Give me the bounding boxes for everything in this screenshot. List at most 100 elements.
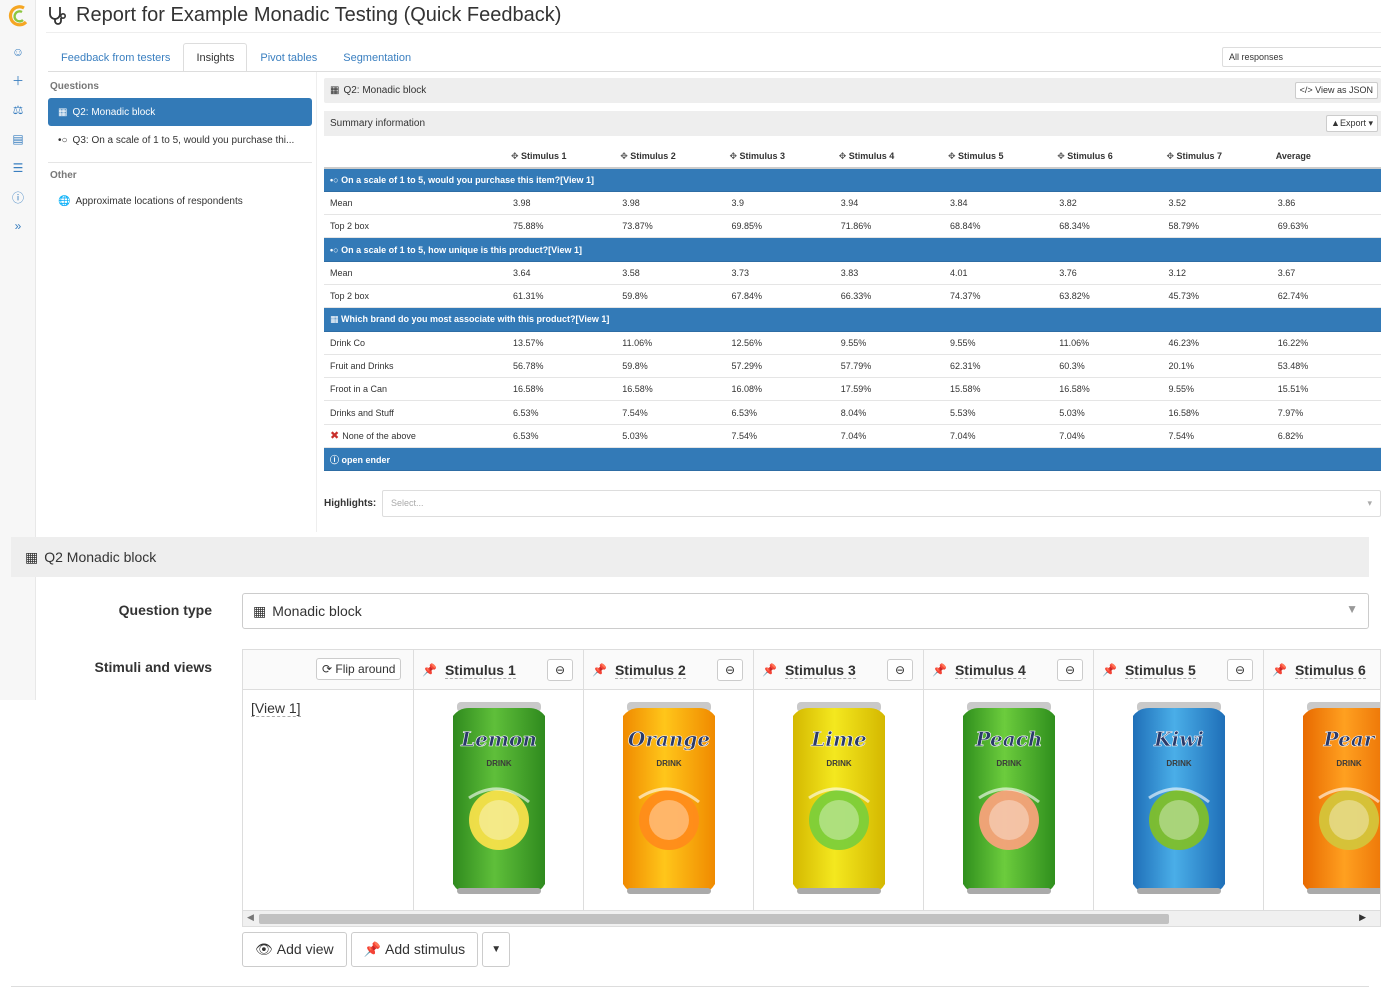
minus-circle-icon: ⊖ [554, 663, 566, 677]
view-as-json-button[interactable]: </> View as JSON [1294, 82, 1378, 99]
drink-can-image: Lime DRINK [792, 702, 885, 894]
grid-icon: ▦ [253, 602, 267, 619]
add-stimulus-button[interactable]: 📌 Add stimulus [350, 932, 479, 967]
drink-can-image: Pear DRINK [1302, 702, 1380, 894]
table-cell: 11.06% [616, 331, 726, 355]
table-cell: 7.54% [725, 424, 835, 449]
table-cell: 73.87% [616, 214, 726, 239]
stimulus-header[interactable]: 📌 Stimulus 2 ⊖ [583, 650, 753, 690]
add-stimulus-dropdown[interactable]: ▼ [482, 932, 511, 967]
question-item[interactable]: •○ Q3: On a scale of 1 to 5, would you pu… [48, 126, 312, 154]
group-title: On a scale of 1 to 5, how unique is this… [341, 244, 582, 255]
highlights-select[interactable]: Select... ▾ [382, 490, 1381, 517]
stimulus-name: Stimulus 4 [954, 661, 1026, 679]
row-header-cell [324, 145, 507, 169]
table-cell: 3.67 [1271, 261, 1381, 285]
remove-stimulus-button[interactable]: ⊖ [717, 659, 743, 681]
minus-circle-icon: ⊖ [724, 663, 736, 677]
move-icon: ✥ [948, 150, 959, 161]
pushpin-icon: 📌 [592, 663, 607, 677]
group-title: Which brand do you most associate with t… [341, 313, 610, 324]
table-cell: 3.82 [1053, 191, 1163, 216]
expand-icon[interactable]: » [0, 212, 36, 240]
summary-label: Summary information [330, 118, 426, 129]
stimulus-header[interactable]: 📌 Stimulus 4 ⊖ [923, 650, 1093, 690]
question-item-locations[interactable]: 🌐 Approximate locations of respondents [48, 187, 312, 215]
panel-title: Q2: Monadic block [343, 85, 427, 96]
document-icon[interactable]: ▤ [0, 125, 36, 153]
column-header: ✥ Stimulus 3 [725, 145, 835, 169]
stimulus-image-cell[interactable]: Pear DRINK [1263, 690, 1380, 910]
tab-pivot-tables[interactable]: Pivot tables [247, 43, 330, 72]
tab-segmentation[interactable]: Segmentation [330, 43, 424, 72]
user-icon[interactable]: ☺ [0, 38, 36, 66]
drink-can-image: Orange DRINK [622, 702, 715, 894]
table-cell: 46.23% [1162, 331, 1272, 355]
summary-table: ✥ Stimulus 1 ✥ Stimulus 2 ✥ Stimulus 3 ✥ St… [324, 145, 1381, 472]
scale-icon: •○ [58, 134, 68, 146]
table-cell: 3.83 [834, 261, 944, 285]
list-icon[interactable]: ☰ [0, 154, 36, 182]
scroll-right-icon[interactable]: ▶ [1359, 912, 1366, 923]
table-cell: 7.54% [1162, 424, 1272, 449]
plus-icon[interactable]: ＋ [0, 66, 36, 94]
group-title: open ender [341, 454, 391, 465]
move-icon: ✥ [838, 150, 849, 161]
table-row: Top 2 box 75.88% 73.87% 69.85% 71.86% 68.84% 6… [324, 214, 1381, 239]
scroll-thumb[interactable] [259, 914, 1169, 924]
remove-stimulus-button[interactable]: ⊖ [1057, 659, 1083, 681]
add-view-button[interactable]: 👁 Add view [242, 932, 347, 967]
view-cell[interactable]: [View 1] [243, 690, 413, 910]
can-sub-label: DRINK [996, 759, 1022, 768]
flip-around-button[interactable]: ⟳ Flip around [316, 658, 402, 680]
app-logo[interactable] [6, 4, 30, 28]
flask-icon[interactable]: ⚖ [0, 96, 36, 124]
question-item[interactable]: ▦ Q2: Monadic block [48, 98, 312, 126]
table-cell: 6.53% [507, 400, 617, 425]
export-button[interactable]: ▲Export ▾ [1326, 115, 1378, 132]
can-flavor-label: Orange [627, 727, 709, 751]
table-cell: 16.58% [616, 377, 726, 402]
table-row: Top 2 box 61.31% 59.8% 67.84% 66.33% 74.37% 63… [324, 284, 1381, 309]
table-cell: 57.29% [725, 354, 835, 379]
stimulus-header[interactable]: 📌 Stimulus 6 [1263, 650, 1380, 690]
table-row: Drink Co 13.57% 11.06% 12.56% 9.55% 9.55% 11.0… [324, 331, 1381, 355]
horizontal-scrollbar[interactable]: ◀ ▶ [243, 910, 1380, 926]
stimulus-image-cell[interactable]: Kiwi DRINK [1093, 690, 1263, 910]
table-cell: 7.04% [834, 424, 944, 449]
table-cell: 3.84 [944, 191, 1054, 216]
responses-filter[interactable]: All responses [1222, 47, 1381, 67]
table-cell: 3.86 [1271, 191, 1381, 216]
table-cell: 53.48% [1271, 354, 1381, 379]
stimulus-image-cell[interactable]: Lime DRINK [753, 690, 923, 910]
help-icon[interactable]: ⓘ [0, 183, 36, 211]
can-flavor-label: Lime [810, 727, 867, 751]
scroll-left-icon[interactable]: ◀ [247, 912, 254, 923]
table-cell: 71.86% [834, 214, 944, 239]
stimuli-header-row: ⟳ Flip around 📌 Stimulus 1 ⊖ 📌 Stimulus 2 ⊖ 📌 S… [243, 650, 1380, 690]
table-cell: 5.03% [616, 424, 726, 449]
stimulus-name: Stimulus 5 [1124, 661, 1196, 679]
tab-insights[interactable]: Insights [183, 43, 248, 72]
stimulus-header[interactable]: 📌 Stimulus 1 ⊖ [413, 650, 583, 690]
remove-stimulus-button[interactable]: ⊖ [1227, 659, 1253, 681]
remove-stimulus-button[interactable]: ⊖ [547, 659, 573, 681]
pushpin-icon: 📌 [363, 941, 382, 957]
stimulus-header[interactable]: 📌 Stimulus 3 ⊖ [753, 650, 923, 690]
stimulus-image-cell[interactable]: Peach DRINK [923, 690, 1093, 910]
table-cell: 5.53% [944, 400, 1054, 425]
question-editor: ▦ Q2 Monadic block Question type ▦ Monad… [0, 532, 1381, 994]
stimulus-image-cell[interactable]: Orange DRINK [583, 690, 753, 910]
stimulus-header[interactable]: 📌 Stimulus 5 ⊖ [1093, 650, 1263, 690]
pushpin-icon: 📌 [1102, 663, 1117, 677]
scale-icon: •○ [330, 174, 342, 185]
stimulus-image-cell[interactable]: Lemon DRINK [413, 690, 583, 910]
question-type-select[interactable]: ▦ Monadic block ▼ [242, 593, 1369, 629]
table-cell: 3.98 [616, 191, 726, 216]
move-icon: ✥ [1057, 150, 1068, 161]
page-header: Report for Example Monadic Testing (Quic… [46, 0, 561, 30]
table-cell: 16.58% [1053, 377, 1163, 402]
tab-feedback-from-testers[interactable]: Feedback from testers [48, 43, 183, 72]
remove-stimulus-button[interactable]: ⊖ [887, 659, 913, 681]
table-row: Froot in a Can 16.58% 16.58% 16.08% 17.59% 15… [324, 377, 1381, 402]
